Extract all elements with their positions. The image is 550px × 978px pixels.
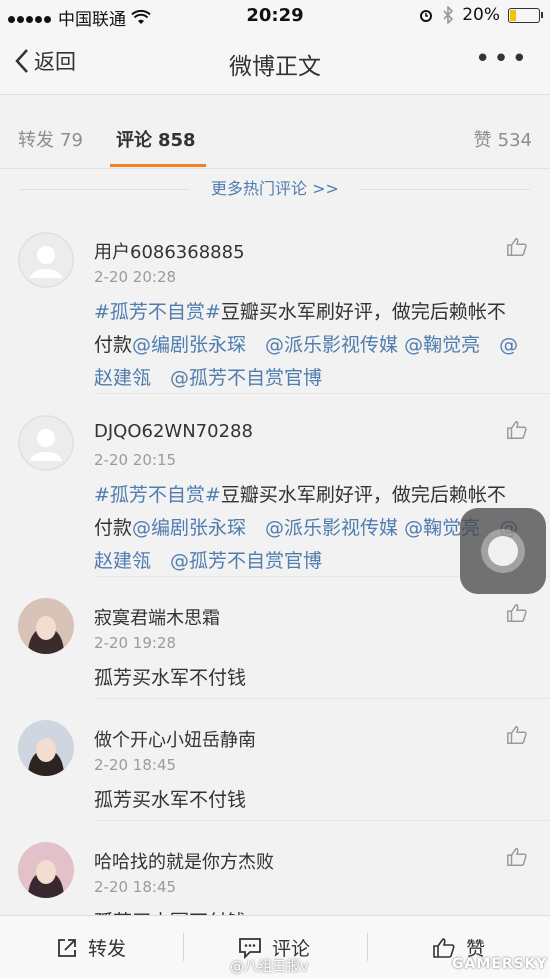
assistive-touch-button[interactable] xyxy=(460,508,546,594)
comment-time: 2-20 20:15 xyxy=(94,451,177,469)
bluetooth-icon xyxy=(443,6,454,24)
tab-like[interactable]: 赞 534 xyxy=(474,126,532,152)
comment-text: 孤芳买水军不付钱 xyxy=(94,784,524,817)
tab-comment-count: 858 xyxy=(158,130,196,151)
comment-time: 2-20 19:28 xyxy=(94,634,177,652)
mention-link[interactable]: @鞠觉亮 xyxy=(404,334,480,356)
comment-text: #孤芳不自赏#豆瓣买水军刷好评，做完后赖帐不付款@编剧张永琛 @派乐影视传媒 @… xyxy=(94,296,524,395)
tab-comment[interactable]: 评论 858 xyxy=(116,126,196,152)
active-tab-indicator xyxy=(110,164,206,167)
comment-text: 孤芳买水军不付钱 xyxy=(94,906,524,915)
mention-link[interactable]: @孤芳不自赏官博 xyxy=(170,550,322,572)
comment-time: 2-20 18:45 xyxy=(94,878,177,896)
more-hot-comments-link[interactable]: 更多热门评论 >> xyxy=(211,179,339,198)
tab-like-count: 534 xyxy=(497,130,532,151)
comment-username[interactable]: 寂寞君端木思霜 xyxy=(94,604,220,630)
more-hot-comments: 更多热门评论 >> xyxy=(0,168,550,210)
toolbar-divider xyxy=(183,933,184,961)
tab-like-label: 赞 xyxy=(473,130,492,151)
comment-text-segment xyxy=(246,517,265,539)
nav-bar: 返回 微博正文 ••• xyxy=(0,32,550,95)
watermark-gamersky: GAMERSKY xyxy=(452,956,548,972)
battery-fill xyxy=(510,9,516,21)
topic-link[interactable]: #孤芳不自赏# xyxy=(94,301,221,323)
like-thumb-icon[interactable] xyxy=(506,419,528,441)
status-bar: 中国联通 20:29 20% xyxy=(0,0,550,32)
page-title: 微博正文 xyxy=(229,54,321,80)
comment-username[interactable]: 做个开心小妞岳静南 xyxy=(94,726,256,752)
tab-bar: 转发 79 评论 858 赞 534 xyxy=(0,108,550,169)
comment-time: 2-20 18:45 xyxy=(94,756,177,774)
battery-icon xyxy=(508,7,543,23)
comment-username[interactable]: DJQO62WN70288 xyxy=(94,421,253,442)
comment-text-segment: 孤芳买水军不付钱 xyxy=(94,789,247,811)
comment-text-segment xyxy=(151,367,170,389)
tab-repost[interactable]: 转发 79 xyxy=(18,126,83,152)
comment-time: 2-20 20:28 xyxy=(94,268,177,286)
mention-link[interactable]: @编剧张永琛 xyxy=(132,517,246,539)
like-thumb-icon[interactable] xyxy=(506,236,528,258)
user-avatar[interactable] xyxy=(18,598,74,654)
mention-link[interactable]: @派乐影视传媒 xyxy=(265,517,398,539)
mention-link[interactable]: @编剧张永琛 xyxy=(132,334,246,356)
share-icon xyxy=(58,938,76,957)
comment-text-segment xyxy=(246,334,265,356)
bottom-toolbar: 转发 评论 赞 @八组日报v GAMERSKY xyxy=(0,915,550,978)
comment-text-segment xyxy=(480,334,499,356)
repost-label: 转发 xyxy=(88,938,127,960)
tab-repost-count: 79 xyxy=(60,130,83,151)
comment-divider xyxy=(94,698,550,699)
battery-percent: 20% xyxy=(462,5,500,25)
user-avatar[interactable] xyxy=(18,842,74,898)
status-right: 20% xyxy=(418,5,543,25)
topic-link[interactable]: #孤芳不自赏# xyxy=(94,484,221,506)
comment-username[interactable]: 用户6086368885 xyxy=(94,238,245,264)
comment-divider xyxy=(94,393,550,394)
assistive-touch-core xyxy=(488,536,518,566)
comment-text-segment: 孤芳买水军不付钱 xyxy=(94,667,247,689)
comment-text-segment xyxy=(151,550,170,572)
mention-link[interactable]: @派乐影视传媒 xyxy=(265,334,398,356)
watermark-weibo: @八组日报v xyxy=(230,959,309,975)
alarm-icon xyxy=(420,10,433,22)
tab-repost-label: 转发 xyxy=(18,130,54,151)
divider xyxy=(20,189,190,190)
divider xyxy=(360,189,530,190)
default-avatar-icon[interactable] xyxy=(18,232,74,288)
comment-username[interactable]: 哈哈找的就是你方杰败 xyxy=(94,848,274,874)
comment-divider xyxy=(94,820,550,821)
tab-comment-label: 评论 xyxy=(116,130,152,151)
like-thumb-icon[interactable] xyxy=(506,602,528,624)
like-thumb-icon[interactable] xyxy=(506,724,528,746)
like-thumb-icon[interactable] xyxy=(506,846,528,868)
mention-link[interactable]: @孤芳不自赏官博 xyxy=(170,367,322,389)
comment-text: 孤芳买水军不付钱 xyxy=(94,662,524,695)
user-avatar[interactable] xyxy=(18,720,74,776)
toolbar-divider xyxy=(367,933,368,961)
more-options-icon[interactable]: ••• xyxy=(475,44,530,74)
default-avatar-icon[interactable] xyxy=(18,415,74,471)
repost-button[interactable]: 转发 xyxy=(56,934,126,961)
